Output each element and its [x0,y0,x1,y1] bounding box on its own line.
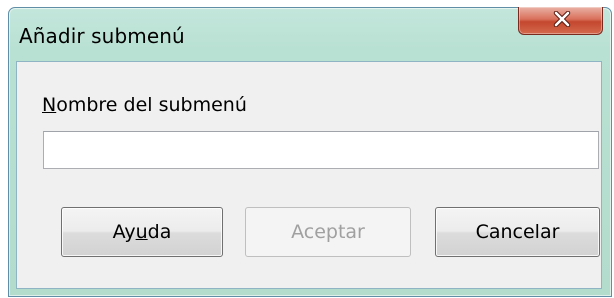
dialog-body: Nombre del submenú Ayuda Aceptar Cancela… [16,61,602,289]
submenu-name-input[interactable] [43,131,599,169]
help-label-prefix: Ay [112,221,136,243]
help-label-rest: da [147,221,172,243]
close-icon [553,11,571,27]
label-rest: ombre del submenú [56,94,247,116]
help-label-mnemonic: u [135,221,148,243]
title-bar[interactable]: Añadir submenú [9,7,611,62]
cancel-button[interactable]: Cancelar [435,207,600,257]
close-button[interactable] [518,7,603,35]
label-mnemonic: N [42,94,57,116]
dialog-title: Añadir submenú [19,24,185,48]
submenu-name-label: Nombre del submenú [42,94,247,116]
help-button[interactable]: Ayuda [61,207,223,257]
ok-button[interactable]: Aceptar [245,207,411,257]
